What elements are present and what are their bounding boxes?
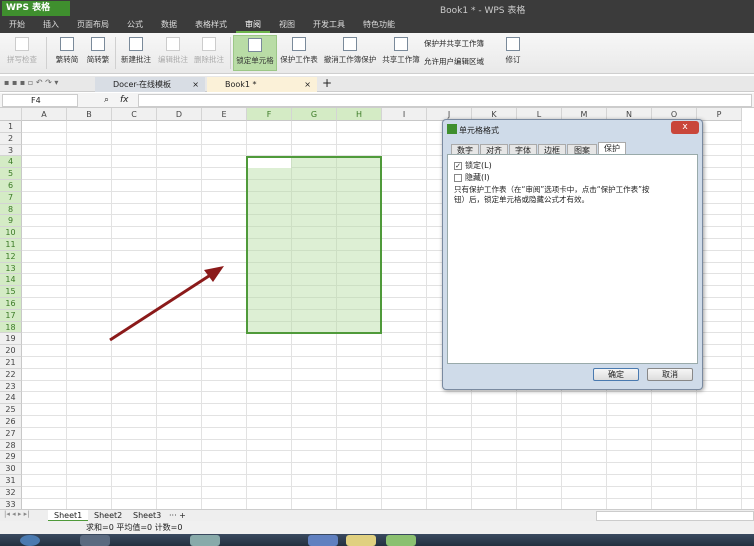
windows-taskbar (0, 534, 754, 546)
arrow-head (204, 266, 224, 282)
label: 锁定(L) (465, 161, 492, 170)
protection-panel: ✓ 锁定(L) 隐藏(I) 只有保护工作表（在“审阅”选项卡中，点击“保护工作表”… (447, 154, 698, 364)
wps-icon (447, 124, 457, 134)
checkbox-checked[interactable]: ✓ (454, 161, 462, 170)
protection-note: 只有保护工作表（在“审阅”选项卡中，点击“保护工作表”按钮）后，锁定单元格或隐藏… (454, 185, 650, 204)
start-button[interactable] (20, 535, 40, 546)
taskbar-wps-app[interactable] (386, 535, 416, 546)
format-cells-dialog: 单元格格式 x 数字 对齐 字体 边框 图案 保护 ✓ 锁定(L) 隐藏(I) 只有保护工作… (442, 119, 703, 390)
arrow-shaft (109, 272, 213, 342)
taskbar-app[interactable] (80, 535, 110, 546)
lock-checkbox[interactable]: ✓ 锁定(L) (454, 160, 492, 171)
cancel-button[interactable]: 取消 (647, 368, 693, 381)
close-dialog-button[interactable]: x (671, 121, 699, 134)
sheet-nav-arrows[interactable]: |◂ ◂ ▸ ▸| (4, 510, 29, 518)
taskbar-app[interactable] (190, 535, 220, 546)
checkbox-unchecked[interactable] (454, 173, 462, 182)
taskbar-app[interactable] (346, 535, 376, 546)
ok-button[interactable]: 确定 (593, 368, 639, 381)
label: 隐藏(I) (465, 173, 490, 182)
sheet-tab-bar: |◂ ◂ ▸ ▸| Sheet1 Sheet2 Sheet3 ··· + (0, 509, 754, 522)
status-bar: 求和=0 平均值=0 计数=0 (0, 521, 754, 534)
hide-checkbox[interactable]: 隐藏(I) (454, 172, 490, 183)
taskbar-app[interactable] (308, 535, 338, 546)
horizontal-scrollbar[interactable] (596, 511, 754, 521)
dialog-title: 单元格格式 (459, 126, 499, 135)
